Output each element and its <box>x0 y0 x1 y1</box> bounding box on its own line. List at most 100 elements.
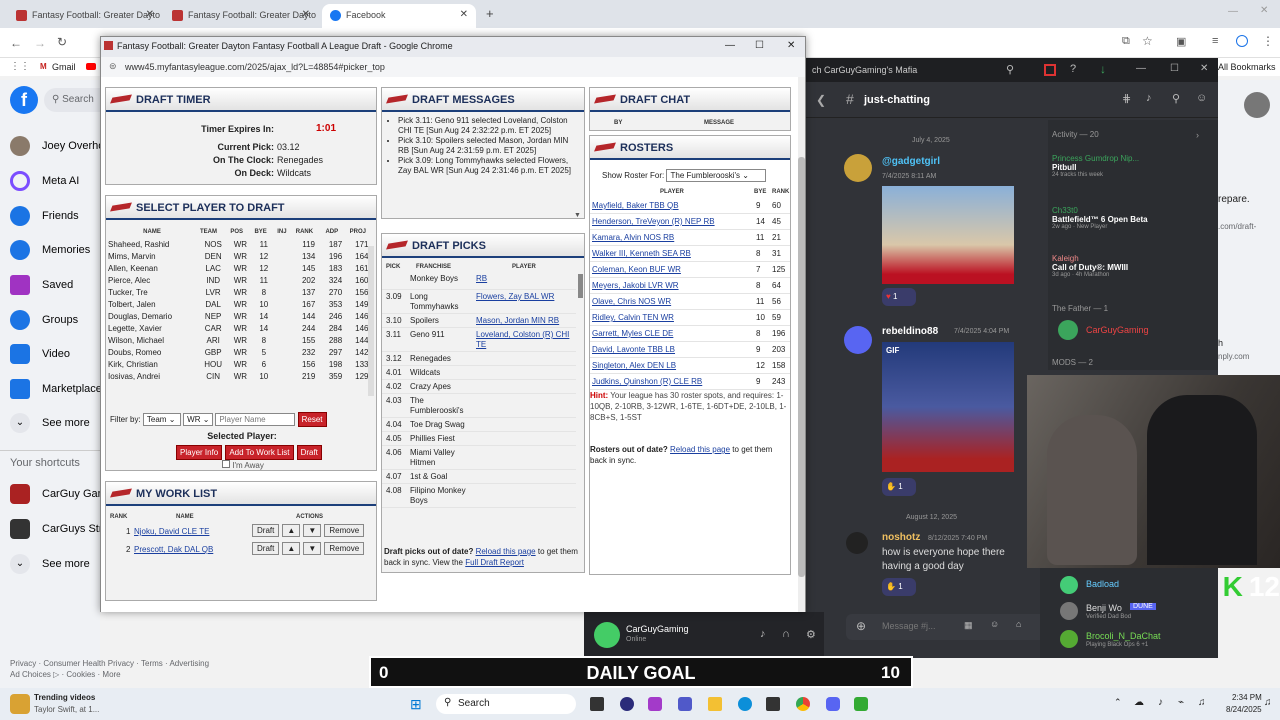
roster-player-link[interactable]: Olave, Chris NOS WR <box>592 297 671 306</box>
close-icon[interactable]: ✕ <box>1200 63 1208 74</box>
minimize-icon[interactable]: — <box>1228 6 1238 17</box>
thread-icon[interactable]: ⋕ <box>1122 92 1131 105</box>
facebook-logo-icon[interactable]: f <box>10 86 38 114</box>
volume-icon[interactable]: ♫ <box>1198 697 1206 708</box>
roster-player-link[interactable]: Kamara, Alvin NOS RB <box>592 233 674 242</box>
add-to-work-list-button[interactable]: Add To Work List <box>225 445 294 460</box>
edge-icon[interactable] <box>738 697 752 711</box>
bookmark-all[interactable]: All Bookmarks <box>1218 62 1276 72</box>
member-name[interactable]: CarGuyGaming <box>1086 325 1149 335</box>
independence-day-gif[interactable]: GIF <box>882 342 1014 472</box>
checkbox-icon[interactable] <box>222 460 230 468</box>
close-icon[interactable]: ✕ <box>460 9 468 20</box>
roster-player-link[interactable]: Walker III, Kenneth SEA RB <box>592 249 691 258</box>
tray-icon[interactable]: ☁ <box>1134 697 1144 708</box>
player-row[interactable]: Legette, Xavier CAR WR 14 244 284 146 <box>106 322 376 334</box>
sidebar-item-video[interactable]: Video <box>10 342 70 366</box>
member-name[interactable]: Benji Wo <box>1086 603 1122 613</box>
reload-link[interactable]: Reload this page <box>476 547 536 556</box>
player-row[interactable]: Pierce, Alec IND WR 11 202 324 160 <box>106 274 376 286</box>
reaction[interactable]: ✋ 1 <box>882 478 916 496</box>
roster-player-link[interactable]: Garrett, Myles CLE DE <box>592 329 673 338</box>
col-adp[interactable]: ADP <box>323 226 347 238</box>
roster-player-link[interactable]: Henderson, TreVeyon (R) NEP RB <box>592 217 715 226</box>
search-icon[interactable]: ⚲ <box>1006 63 1014 76</box>
bell-icon[interactable]: ♪ <box>1146 92 1152 104</box>
pick-player-link[interactable]: Loveland, Colston (R) CHI TE <box>476 330 576 350</box>
app-icon[interactable] <box>854 697 868 711</box>
scrollbar[interactable] <box>368 246 374 396</box>
activity-item[interactable]: Kaleigh Call of Duty®: MWIII 3d ago · 4h… <box>1052 254 1212 278</box>
pick-player-link[interactable]: Mason, Jordan MIN RB <box>476 316 576 326</box>
shortcut-item[interactable]: CarGuy Gam <box>10 482 107 506</box>
shortcut-item[interactable]: CarGuys Stre <box>10 517 109 541</box>
clock-time[interactable]: 2:34 PM <box>1232 693 1262 702</box>
close-icon[interactable]: ✕ <box>787 40 795 51</box>
file-explorer-icon[interactable] <box>708 697 722 711</box>
avatar[interactable] <box>844 326 872 354</box>
roster-player-link[interactable]: Coleman, Keon BUF WR <box>592 265 681 274</box>
avatar[interactable] <box>846 532 868 554</box>
move-down-button[interactable]: ▼ <box>303 542 322 555</box>
apps-icon[interactable]: ⋮⋮ <box>10 61 30 72</box>
fourth-of-july-image[interactable] <box>882 186 1014 284</box>
member-name[interactable]: Badload <box>1086 579 1119 589</box>
col-proj[interactable]: PROJ <box>348 226 376 238</box>
cast-icon[interactable]: ⧉ <box>1122 35 1130 48</box>
maximize-icon[interactable]: ☐ <box>755 40 764 51</box>
minimize-icon[interactable]: — <box>725 40 735 51</box>
avatar[interactable] <box>594 622 620 648</box>
close-icon[interactable]: ✕ <box>146 9 154 20</box>
player-row[interactable]: Kirk, Christian HOU WR 6 156 198 133 <box>106 358 376 370</box>
full-report-link[interactable]: Full Draft Report <box>465 558 524 567</box>
col-rank[interactable]: RANK <box>294 226 324 238</box>
roster-player-link[interactable]: Singleton, Alex DEN LB <box>592 361 676 370</box>
news-title[interactable]: Trending videos <box>34 693 95 702</box>
move-down-button[interactable]: ▼ <box>303 524 322 537</box>
reaction[interactable]: ✋ 1 <box>882 578 916 596</box>
avatar[interactable] <box>1060 602 1078 620</box>
avatar[interactable] <box>1060 576 1078 594</box>
sidebar-item-saved[interactable]: Saved <box>10 273 73 297</box>
roster-player-link[interactable]: Mayfield, Baker TBB QB <box>592 201 679 210</box>
site-info-icon[interactable]: ⊜ <box>109 61 117 72</box>
player-row[interactable]: Mims, Marvin DEN WR 12 134 196 164 <box>106 250 376 262</box>
help-icon[interactable]: ? <box>1070 63 1076 75</box>
bookmark-gmail[interactable]: Gmail <box>52 62 76 72</box>
avatar[interactable] <box>1060 630 1078 648</box>
player-row[interactable]: Shaheed, Rashid NOS WR 11 119 187 171 <box>106 238 376 250</box>
chevron-right-icon[interactable]: › <box>1196 130 1199 140</box>
reload-link[interactable]: Reload this page <box>670 445 730 454</box>
message-author[interactable]: rebeldino88 <box>882 326 938 337</box>
headphones-icon[interactable]: ∩ <box>782 628 790 640</box>
remove-button[interactable]: Remove <box>324 524 365 537</box>
app-icon[interactable] <box>620 697 634 711</box>
roster-player-link[interactable]: Ridley, Calvin TEN WR <box>592 313 674 322</box>
page-scrollbar[interactable] <box>798 77 805 612</box>
player-row[interactable]: Iosivas, Andrei CIN WR 10 219 359 129 <box>106 370 376 382</box>
minimize-icon[interactable]: — <box>1136 63 1146 74</box>
team-select[interactable]: Team ⌄ <box>142 413 181 426</box>
network-icon[interactable]: ⌁ <box>1178 697 1184 708</box>
position-select[interactable]: WR ⌄ <box>183 413 214 426</box>
draft-button[interactable]: Draft <box>252 524 280 537</box>
profile-icon[interactable] <box>1236 35 1248 47</box>
sidebar-item-marketplace[interactable]: Marketplace <box>10 377 102 401</box>
draft-button[interactable]: Draft <box>252 542 280 555</box>
app-icon[interactable] <box>648 697 662 711</box>
col-name[interactable]: NAME <box>106 226 198 238</box>
avatar[interactable] <box>1244 92 1270 118</box>
gift-icon[interactable]: ▦ <box>964 620 973 631</box>
address-bar[interactable]: ⊜ www45.myfantasyleague.com/2025/ajax_ld… <box>101 57 805 77</box>
more-icon[interactable]: ⋮ <box>1262 34 1274 48</box>
draft-button[interactable]: Draft <box>296 445 322 460</box>
shortcut-see-more[interactable]: ⌄ See more <box>10 552 90 576</box>
sidebar-item-memories[interactable]: Memories <box>10 238 90 262</box>
forward-icon[interactable]: → <box>34 36 46 50</box>
mic-icon[interactable]: ♪ <box>760 628 766 640</box>
inbox-icon[interactable] <box>1044 64 1056 76</box>
extension-icon[interactable]: ▣ <box>1176 35 1186 48</box>
youtube-icon[interactable] <box>86 63 96 70</box>
reset-button[interactable]: Reset <box>297 412 327 427</box>
remove-button[interactable]: Remove <box>324 542 365 555</box>
